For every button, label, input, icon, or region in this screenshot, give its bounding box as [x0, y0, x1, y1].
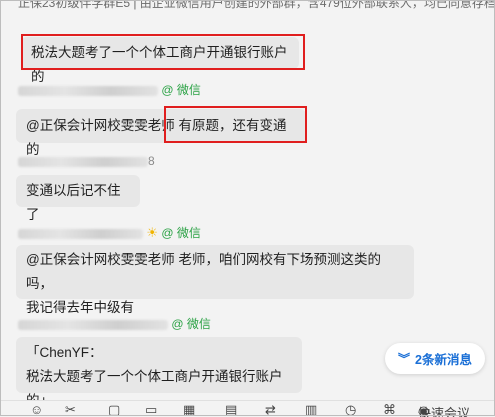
- redacted-sender-name: [18, 156, 148, 167]
- new-messages-label: 2条新消息: [415, 353, 472, 367]
- link-icon[interactable]: ⌘: [383, 402, 396, 417]
- wechat-tag: @ 微信: [161, 83, 201, 97]
- new-messages-button[interactable]: ︾ 2条新消息: [385, 343, 485, 374]
- sender-line: ☀ @ 微信: [18, 225, 201, 241]
- wechat-tag: @ 微信: [171, 317, 211, 331]
- quick-meeting-label: 快速会议: [418, 406, 471, 417]
- file-icon[interactable]: ▤: [225, 402, 237, 417]
- message-text: 变通以后记不住了: [26, 183, 121, 222]
- chat-message-bubble[interactable]: @正保会计网校雯雯老师 老师，咱们网校有下场预测这类的吗， 我记得去年中级有: [16, 245, 414, 315]
- image-icon[interactable]: ▢: [108, 402, 120, 417]
- redacted-sender-name: [18, 319, 168, 330]
- highlight-box: [21, 34, 305, 70]
- chat-message-bubble[interactable]: 变通以后记不住了: [16, 175, 140, 222]
- sender-line: @ 微信: [18, 82, 201, 98]
- redacted-sender-name: [18, 85, 158, 96]
- folder-icon[interactable]: ▭: [145, 402, 157, 417]
- group-notice-bar: 正保23初级伴学群E5 | 由企业微信用户创建的外部群，含479位外部联系人，均…: [18, 0, 495, 10]
- double-chevron-down-icon: ︾: [398, 352, 411, 366]
- scissors-icon[interactable]: ✂: [65, 402, 76, 417]
- mention-link[interactable]: @正保会计网校雯雯老师: [26, 118, 175, 133]
- sender-fragment: 8: [148, 154, 155, 168]
- doc-icon[interactable]: ▥: [305, 402, 317, 417]
- highlight-box: [164, 106, 307, 143]
- chat-message-bubble[interactable]: 「ChenYF： 税法大题考了一个个体工商户开通银行账户的」: [16, 337, 302, 408]
- sender-line: 8: [18, 153, 155, 169]
- calendar-icon[interactable]: ▦: [183, 402, 195, 417]
- redacted-sender-name: [18, 228, 143, 239]
- clock-icon[interactable]: ◷: [345, 402, 356, 417]
- emoji-icon[interactable]: ☺: [30, 402, 43, 417]
- wechat-tag: @ 微信: [161, 226, 201, 240]
- composer-toolbar: ☺ ✂ ▢ ▭ ▦ ▤ ⇄ ▥ ◷ ⌘ ◉ 快速会议: [0, 400, 495, 417]
- shuffle-icon[interactable]: ⇄: [265, 402, 276, 417]
- message-text-line: @正保会计网校雯雯老师 老师，咱们网校有下场预测这类的吗，: [26, 252, 381, 291]
- sender-line: @ 微信: [18, 316, 211, 332]
- quote-line: 「ChenYF：: [26, 345, 103, 360]
- sun-emoji-icon: ☀: [146, 225, 158, 240]
